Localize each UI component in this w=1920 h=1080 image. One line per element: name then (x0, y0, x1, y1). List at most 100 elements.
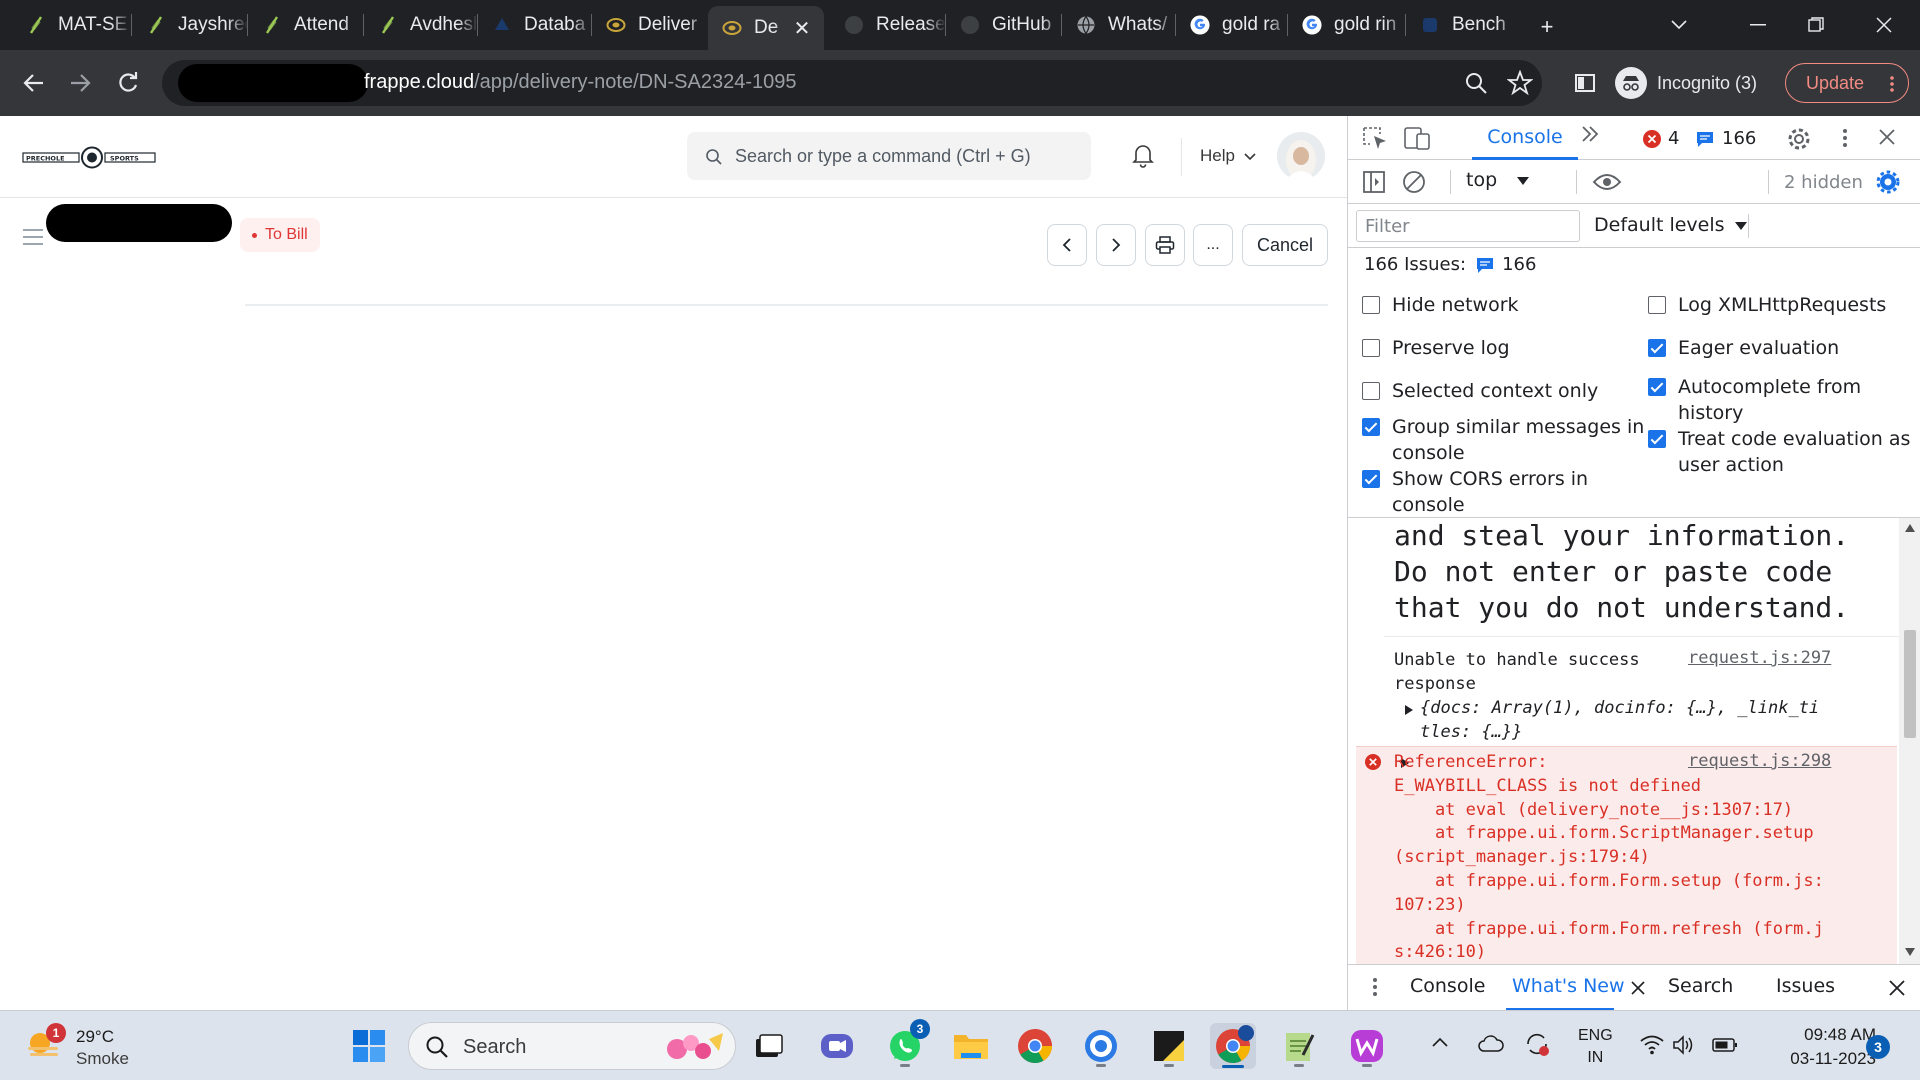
filter-input[interactable]: Filter (1356, 210, 1580, 242)
clear-console-icon[interactable] (1402, 170, 1426, 194)
browser-tab[interactable]: Avdhesh (364, 6, 478, 44)
device-toolbar-icon[interactable] (1404, 126, 1430, 150)
print-button[interactable] (1145, 224, 1185, 266)
drawer-tab-console[interactable]: Console (1410, 975, 1485, 997)
browser-tab[interactable]: Deliver (592, 6, 708, 44)
tab-search-icon[interactable] (1662, 10, 1696, 40)
next-doc-button[interactable] (1096, 224, 1136, 266)
previous-doc-button[interactable] (1047, 224, 1087, 266)
scroll-thumb[interactable] (1904, 630, 1916, 738)
more-tabs-icon[interactable] (1580, 124, 1600, 144)
checkbox-checked[interactable] (1362, 470, 1380, 488)
zoom-search-icon[interactable] (1464, 71, 1488, 95)
checkbox-unchecked[interactable] (1648, 296, 1666, 314)
task-view-app[interactable] (746, 1023, 792, 1069)
checkbox-checked[interactable] (1362, 418, 1380, 436)
browser-tab[interactable]: Bench (1406, 6, 1516, 44)
log-object-preview[interactable]: {docs: Array(1), docinfo: {…}, _link_ti … (1420, 696, 1819, 744)
drawer-tab-issues[interactable]: Issues (1776, 975, 1835, 997)
browser-tab[interactable]: Whats/ (1062, 6, 1176, 44)
help-dropdown[interactable]: Help (1200, 146, 1256, 166)
checkbox-unchecked[interactable] (1362, 382, 1380, 400)
close-window-icon[interactable] (1867, 10, 1901, 40)
show-sidebar-icon[interactable] (1362, 170, 1386, 194)
back-icon[interactable] (14, 63, 54, 103)
context-selector[interactable]: top (1466, 169, 1530, 191)
browser-tab[interactable]: Attend (248, 6, 364, 44)
console-option[interactable]: Hide network (1362, 292, 1519, 318)
start-button[interactable] (346, 1023, 392, 1069)
profile-chrome-app[interactable] (1078, 1023, 1124, 1069)
console-option[interactable]: Treat code evaluation as user action (1648, 426, 1910, 478)
console-option[interactable]: Preserve log (1362, 335, 1510, 361)
weather-widget[interactable]: 1 29°C Smoke (24, 1023, 129, 1068)
drawer-tab-search[interactable]: Search (1668, 975, 1733, 997)
live-expression-eye-icon[interactable] (1592, 172, 1622, 192)
awesomebar-search[interactable]: Search or type a command (Ctrl + G) (687, 132, 1091, 180)
cancel-button[interactable]: Cancel (1242, 224, 1328, 266)
sync-icon[interactable] (1524, 1031, 1550, 1057)
close-tab-icon[interactable] (1631, 981, 1645, 995)
incognito-indicator[interactable]: Incognito (3) (1615, 62, 1757, 104)
browser-tab[interactable]: Release (830, 6, 946, 44)
scroll-down-icon[interactable] (1905, 948, 1915, 956)
log-source-link[interactable]: request.js:297 (1688, 648, 1831, 668)
battery-icon[interactable] (1712, 1037, 1738, 1053)
more-actions-button[interactable]: ... (1193, 224, 1233, 266)
console-option[interactable]: Group similar messages in console (1362, 414, 1644, 466)
minimize-icon[interactable] (1741, 10, 1775, 40)
side-panel-icon[interactable] (1565, 63, 1605, 103)
browser-tab[interactable]: Databa (478, 6, 592, 44)
bookmark-star-icon[interactable] (1507, 70, 1533, 96)
show-hidden-icons[interactable] (1432, 1037, 1448, 1047)
tab-console[interactable]: Console (1472, 116, 1578, 160)
close-devtools-icon[interactable] (1878, 128, 1896, 146)
close-tab-icon[interactable]: ✕ (790, 16, 814, 41)
new-tab-button[interactable]: + (1530, 12, 1564, 42)
error-source-link[interactable]: request.js:298 (1688, 751, 1831, 771)
language-indicator[interactable]: ENG IN (1578, 1025, 1613, 1069)
forward-icon[interactable] (60, 63, 100, 103)
checkbox-unchecked[interactable] (1362, 296, 1380, 314)
chrome-app[interactable] (1012, 1023, 1058, 1069)
console-scrollbar[interactable] (1899, 518, 1920, 964)
teams-app[interactable] (814, 1023, 860, 1069)
notification-center-badge[interactable]: 3 (1866, 1035, 1890, 1059)
log-levels-dropdown[interactable]: Default levels (1594, 214, 1747, 236)
update-button[interactable]: Update (1785, 63, 1909, 103)
browser-tab[interactable]: gold rin (1288, 6, 1406, 44)
address-bar[interactable]: frappe.cloud/app/delivery-note/DN-SA2324… (162, 60, 1542, 106)
browser-tab[interactable]: MAT-SE (12, 6, 132, 44)
browser-tab[interactable]: Jayshree (132, 6, 248, 44)
console-option[interactable]: Eager evaluation (1648, 335, 1839, 361)
expand-triangle-icon[interactable] (1404, 704, 1414, 716)
clock[interactable]: 09:48 AM 03-11-2023 (1766, 1023, 1876, 1071)
notepad-app[interactable] (1276, 1023, 1322, 1069)
console-option[interactable]: Show CORS errors in console (1362, 466, 1588, 518)
close-drawer-icon[interactable] (1888, 979, 1906, 997)
drawer-tab-whats-new[interactable]: What's New (1512, 975, 1625, 997)
issues-summary[interactable]: 166 Issues: 166 (1364, 254, 1536, 275)
whatsapp-app[interactable]: 3 (882, 1019, 930, 1069)
chrome-active-app[interactable] (1210, 1023, 1256, 1069)
restore-icon[interactable] (1799, 10, 1833, 40)
onedrive-icon[interactable] (1478, 1033, 1504, 1053)
error-count-badge[interactable]: 4 (1642, 128, 1679, 149)
volume-icon[interactable] (1672, 1035, 1696, 1055)
brand-logo[interactable]: PRECHOLE SPORTS (22, 146, 160, 170)
drawer-menu-icon[interactable] (1372, 977, 1378, 997)
checkbox-checked[interactable] (1648, 339, 1666, 357)
devtools-settings-icon[interactable] (1786, 126, 1812, 152)
sticky-notes-app[interactable] (1146, 1023, 1192, 1069)
devtools-menu-icon[interactable] (1842, 128, 1848, 148)
checkbox-checked[interactable] (1648, 430, 1666, 448)
wifi-icon[interactable] (1640, 1035, 1664, 1055)
checkbox-checked[interactable] (1648, 378, 1666, 396)
browser-app[interactable] (1344, 1023, 1390, 1069)
browser-tab[interactable]: De ✕ (708, 6, 824, 50)
scroll-up-icon[interactable] (1905, 524, 1915, 532)
browser-tab[interactable]: GitHub (946, 6, 1062, 44)
sidebar-toggle-icon[interactable] (22, 228, 44, 246)
console-settings-icon[interactable] (1876, 170, 1900, 194)
message-count-badge[interactable]: 166 (1696, 128, 1756, 149)
